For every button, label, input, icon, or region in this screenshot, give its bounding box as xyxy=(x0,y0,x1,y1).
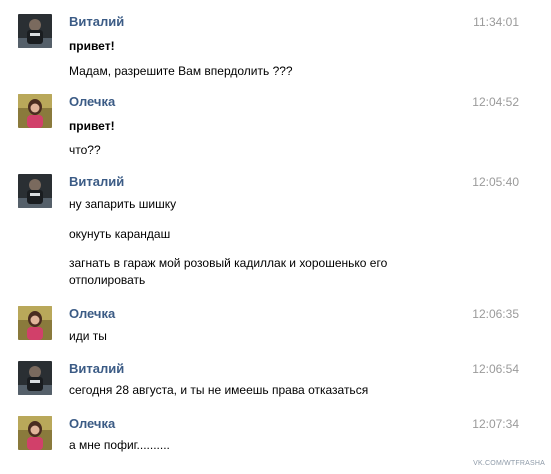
message-block: Олечка 12:04:52 привет! что?? xyxy=(0,94,551,164)
message-block: Виталий 12:06:54 сегодня 28 августа, и т… xyxy=(0,361,551,401)
message-text: привет! xyxy=(69,119,115,133)
chat-history: Виталий 11:34:01 привет! Мадам, разрешит… xyxy=(0,0,551,474)
message-text: ну запарить шишку xyxy=(69,197,177,211)
author-name[interactable]: Виталий xyxy=(69,174,124,190)
watermark: VK.COM/WTFRASHA xyxy=(473,460,545,467)
author-name[interactable]: Олечка xyxy=(69,416,115,432)
olechka-avatar-icon xyxy=(18,94,52,128)
timestamp: 12:05:40 xyxy=(472,175,519,189)
timestamp: 11:34:01 xyxy=(473,15,519,29)
message-text: Мадам, разрешите Вам впердолить ??? xyxy=(69,64,293,78)
timestamp: 12:06:54 xyxy=(472,362,519,376)
olechka-avatar-icon xyxy=(18,306,52,340)
message-block: Виталий 12:05:40 ну запарить шишку окуну… xyxy=(0,174,551,294)
avatar[interactable] xyxy=(18,306,52,340)
message-text: а мне пофиг.......... xyxy=(69,438,170,452)
author-name[interactable]: Виталий xyxy=(69,361,124,377)
timestamp: 12:04:52 xyxy=(472,95,519,109)
vitaliy-avatar-icon xyxy=(18,361,52,395)
message-text: загнать в гараж мой розовый кадиллак и х… xyxy=(69,256,388,287)
message-text: что?? xyxy=(69,143,101,157)
message-text: окунуть карандаш xyxy=(69,227,171,241)
olechka-avatar-icon xyxy=(18,416,52,450)
author-name[interactable]: Виталий xyxy=(69,14,124,30)
avatar[interactable] xyxy=(18,174,52,208)
vitaliy-avatar-icon xyxy=(18,174,52,208)
message-text: иди ты xyxy=(69,329,107,343)
avatar[interactable] xyxy=(18,361,52,395)
author-name[interactable]: Олечка xyxy=(69,94,115,110)
message-block: Олечка 12:07:34 а мне пофиг.......... xyxy=(0,416,551,456)
avatar[interactable] xyxy=(18,94,52,128)
avatar[interactable] xyxy=(18,416,52,450)
author-name[interactable]: Олечка xyxy=(69,306,115,322)
avatar[interactable] xyxy=(18,14,52,48)
timestamp: 12:07:34 xyxy=(472,417,519,431)
message-block: Олечка 12:06:35 иди ты xyxy=(0,306,551,346)
vitaliy-avatar-icon xyxy=(18,14,52,48)
timestamp: 12:06:35 xyxy=(472,307,519,321)
message-text: сегодня 28 августа, и ты не имеешь права… xyxy=(69,383,369,397)
message-block: Виталий 11:34:01 привет! Мадам, разрешит… xyxy=(0,14,551,84)
message-text: привет! xyxy=(69,39,115,53)
